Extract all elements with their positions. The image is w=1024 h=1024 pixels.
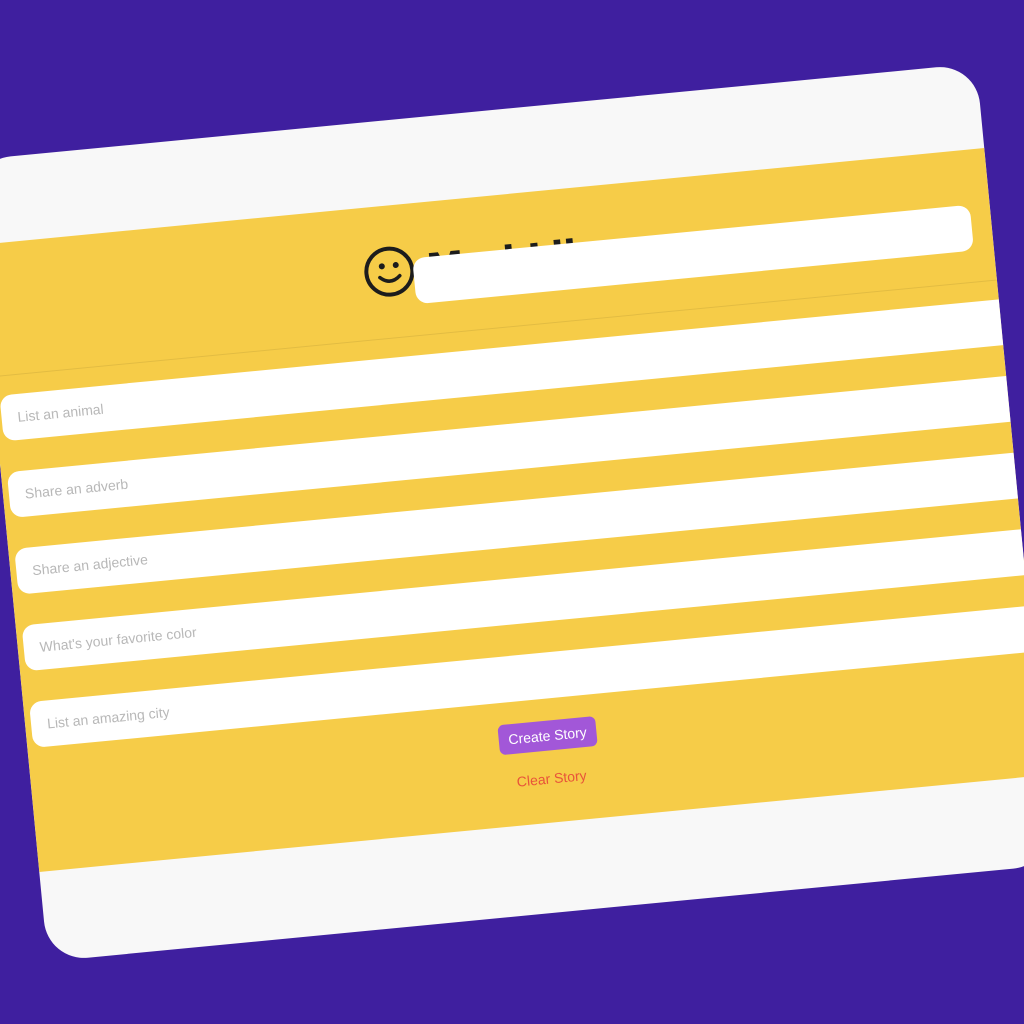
clear-story-button[interactable]: Clear Story: [502, 762, 602, 795]
smiley-face-icon: [363, 246, 414, 297]
create-story-button[interactable]: Create Story: [497, 715, 598, 756]
mad-libs-app: Mad Libs Create Story Clear Story: [0, 148, 1024, 872]
app-window: Mad Libs Create Story Clear Story: [0, 63, 1024, 962]
